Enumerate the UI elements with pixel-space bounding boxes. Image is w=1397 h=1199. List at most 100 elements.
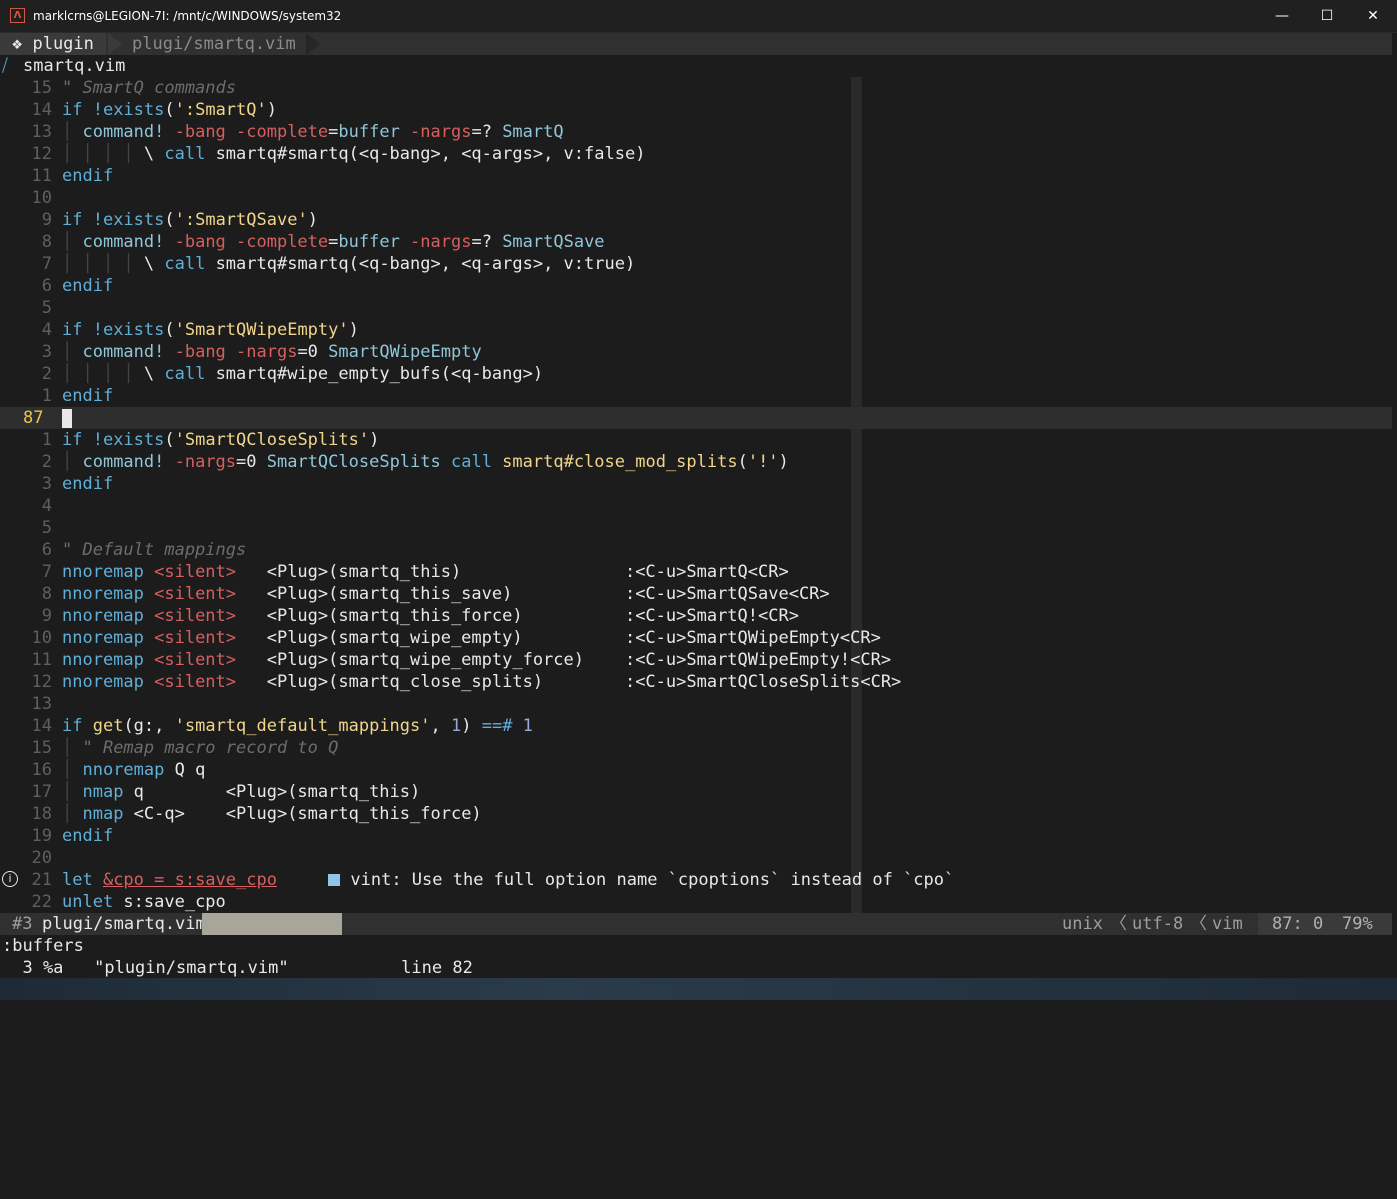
code-line[interactable]: 20	[0, 847, 1397, 869]
code-line[interactable]: 9 nnoremap <silent> <Plug>(smartq_this_fo…	[0, 605, 1397, 627]
code-token: <silent>	[154, 606, 237, 626]
code-line[interactable]: 5	[0, 297, 1397, 319]
code-token: s:save_cpo	[123, 892, 226, 912]
app-icon: Λ	[10, 8, 25, 23]
code-line[interactable]: 15 " SmartQ commands	[0, 77, 1397, 99]
code-line[interactable]: 8 nnoremap <silent> <Plug>(smartq_this_sa…	[0, 583, 1397, 605]
code-line[interactable]: 10	[0, 187, 1397, 209]
terminal-scrollbar[interactable]	[1392, 33, 1397, 1000]
line-number: 1	[41, 430, 52, 450]
code-line[interactable]: 22 unlet s:save_cpo	[0, 891, 1397, 913]
code-token: (	[164, 320, 175, 340]
code-line[interactable]: 7 │ │ │ │ \ call smartq#smartq(<q-bang>, …	[0, 253, 1397, 275]
code-line[interactable]: 15 │ " Remap macro record to Q	[0, 737, 1397, 759]
code-token: :<C-u>SmartQ!<CR>	[624, 606, 799, 626]
code-line[interactable]: 11 endif	[0, 165, 1397, 187]
code-token: command!	[82, 122, 175, 142]
line-number: 2	[41, 364, 52, 384]
line-number: 6	[41, 540, 52, 560]
code-line[interactable]: 3 endif	[0, 473, 1397, 495]
code-line[interactable]: 21 let &cpo = s:save_cpo vint: Use the fu…	[0, 869, 1397, 891]
code-line[interactable]: 16 │ nnoremap Q q	[0, 759, 1397, 781]
status-buffer-number: #3	[12, 914, 33, 934]
code-token: <Plug>(smartq_this)	[236, 562, 625, 582]
window-title: marklcrns@LEGION-7I: /mnt/c/WINDOWS/syst…	[33, 9, 342, 23]
code-line[interactable]: 7 nnoremap <silent> <Plug>(smartq_this) :…	[0, 561, 1397, 583]
code-token: smartq#wipe_empty_bufs(<q-bang>)	[215, 364, 544, 384]
code-token: \	[143, 254, 165, 274]
code-line[interactable]: 14 if !exists(':SmartQ')	[0, 99, 1397, 121]
code-line[interactable]: 2 │ │ │ │ \ call smartq#wipe_empty_bufs(<…	[0, 363, 1397, 385]
terminal-area[interactable]: ❖ plugin plugi/smartq.vim ⧸ smartq.vim 1…	[0, 33, 1397, 1000]
line-number: 87	[23, 408, 44, 428]
minimize-button[interactable]: —	[1259, 0, 1305, 32]
code-token: unlet	[62, 892, 124, 912]
code-token: if	[62, 320, 93, 340]
line-number: 13	[31, 694, 52, 714]
code-token: buffer	[338, 122, 411, 142]
code-line[interactable]: 3 │ command! -bang -nargs=0 SmartQWipeEmp…	[0, 341, 1397, 363]
code-token: get	[92, 716, 124, 736]
code-token: )	[348, 320, 359, 340]
code-line[interactable]: 11 nnoremap <silent> <Plug>(smartq_wipe_e…	[0, 649, 1397, 671]
code-token: nnoremap	[62, 562, 155, 582]
code-token: │	[62, 452, 83, 472]
code-line[interactable]: 17 │ nmap q <Plug>(smartq_this)	[0, 781, 1397, 803]
code-line[interactable]: 4	[0, 495, 1397, 517]
line-number: 7	[41, 562, 52, 582]
code-token: <silent>	[154, 650, 237, 670]
close-button[interactable]: ✕	[1350, 0, 1396, 32]
code-token: SmartQCloseSplits	[266, 452, 451, 472]
code-token: <Plug>(smartq_wipe_empty_force)	[236, 650, 625, 670]
code-line[interactable]: 8 │ command! -bang -complete=buffer -narg…	[0, 231, 1397, 253]
code-line[interactable]: 12 │ │ │ │ \ call smartq#smartq(<q-bang>,…	[0, 143, 1397, 165]
command-line-input[interactable]: :buffers	[0, 935, 1397, 957]
code-line[interactable]: 2 │ command! -nargs=0 SmartQCloseSplits c…	[0, 451, 1397, 473]
code-line[interactable]: 5	[0, 517, 1397, 539]
code-token: endif	[62, 166, 114, 186]
code-line[interactable]: 13 │ command! -bang -complete=buffer -nar…	[0, 121, 1397, 143]
line-text: nnoremap <silent> <Plug>(smartq_this) :<…	[62, 561, 789, 583]
line-text: if !exists(':SmartQSave')	[62, 209, 318, 231]
code-token: <C-q> <Plug>(smartq_this_force)	[133, 804, 482, 824]
code-token: nnoremap	[62, 672, 155, 692]
code-token: :<C-u>SmartQCloseSplits<CR>	[624, 672, 902, 692]
command-text: :buffers	[2, 936, 84, 956]
code-line[interactable]: 4 if !exists('SmartQWipeEmpty')	[0, 319, 1397, 341]
tab-plugin[interactable]: ❖ plugin	[0, 33, 106, 55]
window-titlebar: Λ marklcrns@LEGION-7I: /mnt/c/WINDOWS/sy…	[0, 0, 1397, 33]
code-line[interactable]: 1 if !exists('SmartQCloseSplits')	[0, 429, 1397, 451]
code-line[interactable]: 14 if get(g:, 'smartq_default_mappings', …	[0, 715, 1397, 737]
line-text: │ command! -bang -complete=buffer -nargs…	[62, 121, 564, 143]
code-token: nnoremap	[62, 606, 155, 626]
code-line[interactable]: 1 endif	[0, 385, 1397, 407]
code-line[interactable]: 18 │ nmap <C-q> <Plug>(smartq_this_force)	[0, 803, 1397, 825]
code-token: │ │ │ │	[62, 144, 144, 164]
code-line[interactable]: 6 endif	[0, 275, 1397, 297]
code-token: <silent>	[154, 628, 237, 648]
code-line-current[interactable]: 87	[0, 407, 1397, 429]
code-token: if	[62, 716, 93, 736]
code-token: call	[164, 254, 216, 274]
code-line[interactable]: 6 " Default mappings	[0, 539, 1397, 561]
code-token: <Plug>(smartq_wipe_empty)	[236, 628, 625, 648]
code-token: │	[62, 232, 83, 252]
code-line[interactable]: 10 nnoremap <silent> <Plug>(smartq_wipe_e…	[0, 627, 1397, 649]
code-line[interactable]: 12 nnoremap <silent> <Plug>(smartq_close_…	[0, 671, 1397, 693]
line-text: │ command! -nargs=0 SmartQCloseSplits ca…	[62, 451, 789, 473]
line-text: │ " Remap macro record to Q	[62, 737, 338, 759]
code-token: (	[164, 100, 175, 120]
code-token: 1	[522, 716, 533, 736]
code-line[interactable]: 13	[0, 693, 1397, 715]
maximize-button[interactable]: ☐	[1304, 0, 1350, 32]
line-number: 10	[31, 188, 52, 208]
code-line[interactable]: 19 endif	[0, 825, 1397, 847]
tab-smartq-vim[interactable]: plugi/smartq.vim	[132, 33, 296, 55]
code-token: -nargs	[174, 452, 237, 472]
line-text: if !exists('SmartQWipeEmpty')	[62, 319, 359, 341]
code-token: SmartQSave	[502, 232, 605, 252]
code-token: if	[62, 430, 93, 450]
line-number: 14	[31, 716, 52, 736]
code-line[interactable]: 9 if !exists(':SmartQSave')	[0, 209, 1397, 231]
line-text: unlet s:save_cpo	[62, 891, 226, 913]
